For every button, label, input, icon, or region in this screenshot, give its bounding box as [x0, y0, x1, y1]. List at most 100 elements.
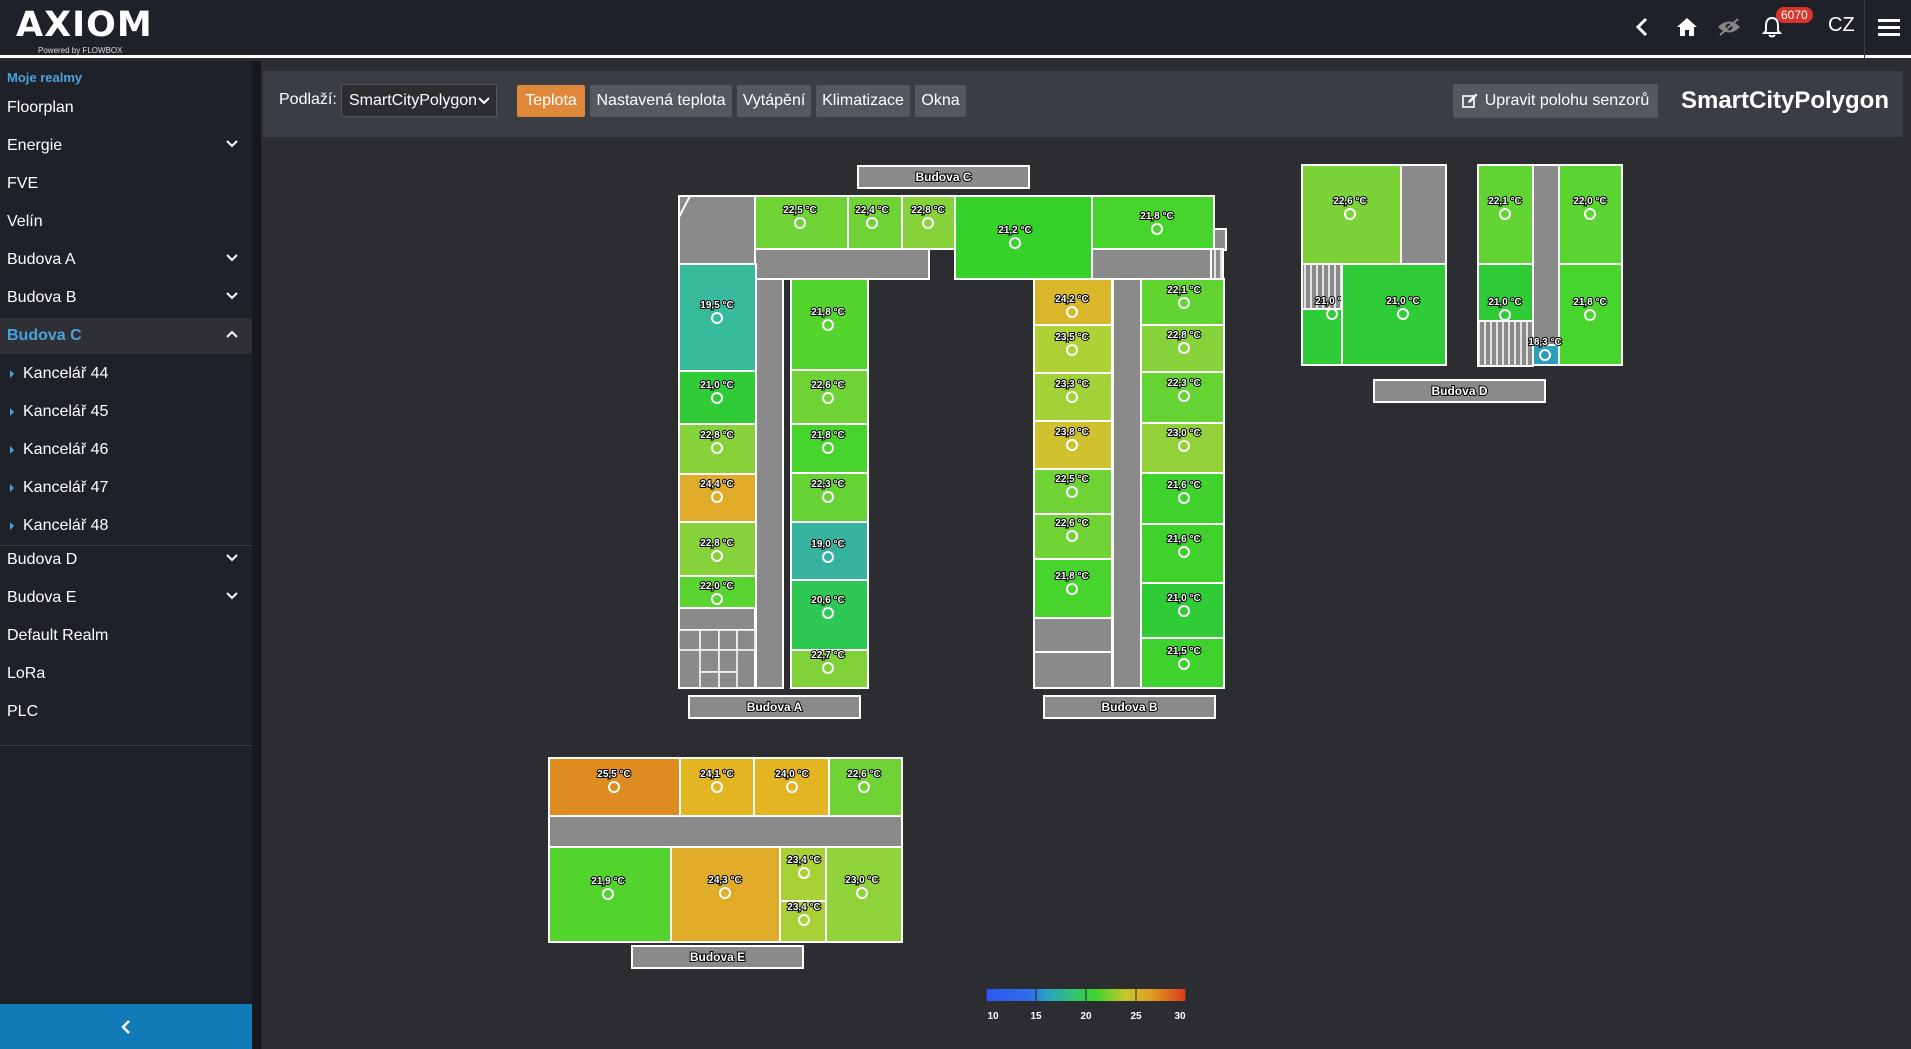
tab-klimatizace[interactable]: Klimatizace	[816, 85, 910, 117]
room-sensor[interactable]: 20,6 °C	[790, 579, 869, 651]
room[interactable]	[670, 846, 781, 943]
room[interactable]	[1140, 582, 1225, 639]
room-sensor[interactable]: 23,0 °C	[825, 846, 903, 943]
axiom-logo[interactable]: AXIOM Powered by FLOWBOX	[16, 6, 161, 55]
room-sensor[interactable]: 21,8 °C	[1033, 558, 1113, 619]
home-icon[interactable]	[1674, 12, 1700, 42]
building-label-budova-c[interactable]: Budova C	[857, 165, 1030, 189]
sidebar-item-plc[interactable]: PLC	[0, 694, 252, 730]
room[interactable]	[1558, 263, 1623, 366]
room-sensor[interactable]: 22,8 °C	[1140, 324, 1225, 373]
room-sensor[interactable]: 22,1 °C	[1140, 278, 1225, 326]
room-sensor[interactable]: 24,4 °C	[678, 473, 757, 523]
building-label-budova-e[interactable]: Budova E	[631, 945, 804, 969]
room-sensor[interactable]: 22,6 °C	[1033, 513, 1113, 560]
room[interactable]	[828, 757, 903, 817]
tab-okna[interactable]: Okna	[915, 85, 966, 117]
room[interactable]	[901, 195, 956, 250]
sidebar-subitem-kancelar-45[interactable]: Kancelář 45	[0, 394, 252, 430]
room-sensor[interactable]: 22,6 °C	[790, 369, 869, 425]
sidebar-subitem-kancelar-48[interactable]: Kancelář 48	[0, 508, 252, 544]
room-sensor[interactable]: 21,5 °C	[1140, 637, 1225, 689]
room-sensor[interactable]: 22,0 °C	[1558, 164, 1623, 265]
sidebar-item-energie[interactable]: Energie	[0, 128, 252, 164]
collapse-sidebar-button[interactable]	[0, 1004, 252, 1049]
room-sensor[interactable]: 21,8 °C	[790, 278, 869, 371]
room-sensor[interactable]: 19,0 °C	[790, 521, 869, 581]
sidebar-item-floorplan[interactable]: Floorplan	[0, 90, 252, 126]
room-sensor[interactable]: 22,8 °C	[901, 195, 956, 250]
room-sensor[interactable]: 22,8 °C	[678, 521, 757, 577]
room-sensor[interactable]: 22,5 °C	[754, 195, 849, 250]
room[interactable]	[1477, 263, 1534, 322]
room[interactable]	[1558, 164, 1623, 265]
eye-slash-icon[interactable]	[1716, 12, 1742, 42]
room[interactable]	[548, 846, 672, 943]
room-sensor[interactable]: 22,8 °C	[678, 423, 757, 475]
room-sensor[interactable]: 23,4 °C	[779, 846, 827, 902]
room[interactable]	[790, 369, 869, 425]
room-sensor[interactable]: 21,6 °C	[1140, 523, 1225, 584]
floor-select[interactable]: SmartCityPolygon	[341, 84, 497, 117]
room[interactable]	[825, 846, 903, 943]
tab-teplota[interactable]: Teplota	[517, 85, 585, 117]
room-sensor[interactable]: 22,5 °C	[1033, 468, 1113, 515]
room-sensor[interactable]: 22,4 °C	[847, 195, 903, 250]
room-sensor[interactable]: 21,8 °C	[1091, 195, 1215, 250]
sidebar-subitem-kancelar-44[interactable]: Kancelář 44	[0, 356, 252, 392]
room-sensor[interactable]: 21,0 °C	[1341, 263, 1447, 366]
room[interactable]	[954, 195, 1093, 280]
room-sensor[interactable]: 24,1 °C	[679, 757, 755, 817]
room-sensor[interactable]: 22,6 °C	[1301, 164, 1402, 265]
sidebar-item-fve[interactable]: FVE	[0, 166, 252, 202]
room[interactable]	[1532, 344, 1560, 366]
back-icon[interactable]	[1632, 12, 1652, 42]
room[interactable]	[548, 757, 681, 817]
room[interactable]	[678, 370, 757, 425]
building-label-budova-b[interactable]: Budova B	[1043, 695, 1216, 719]
room-sensor[interactable]: 24,3 °C	[670, 846, 781, 943]
building-label-budova-d[interactable]: Budova D	[1373, 379, 1546, 403]
room-sensor[interactable]: 18,3 °C	[1527, 336, 1563, 366]
room-sensor[interactable]: 25,5 °C	[548, 757, 681, 817]
room-sensor[interactable]: 23,8 °C	[1033, 420, 1113, 470]
room-sensor[interactable]: 22,6 °C	[828, 757, 903, 817]
sidebar-item-budova-b[interactable]: Budova B	[0, 280, 252, 316]
room-sensor[interactable]: 21,9 °C	[548, 846, 672, 943]
room[interactable]	[1341, 263, 1447, 366]
room-sensor[interactable]: 21,0 °C	[678, 370, 757, 425]
room-sensor[interactable]: 21,0 °C	[1140, 582, 1225, 639]
room-sensor[interactable]: 22,3 °C	[790, 472, 869, 523]
room-sensor[interactable]: 21,8 °C	[790, 423, 869, 474]
room-sensor[interactable]: 22,7 °C	[790, 649, 869, 689]
room-sensor[interactable]: 23,5 °C	[1033, 324, 1113, 374]
room[interactable]	[1301, 164, 1402, 265]
room[interactable]	[678, 521, 757, 577]
building-label-budova-a[interactable]: Budova A	[688, 695, 861, 719]
sidebar-subitem-kancelar-46[interactable]: Kancelář 46	[0, 432, 252, 468]
room-sensor[interactable]: 21,0 °C	[1477, 263, 1534, 322]
room-sensor[interactable]: 22,0 °C	[678, 575, 757, 609]
room-sensor[interactable]: 21,8 °C	[1558, 263, 1623, 366]
room-sensor[interactable]: 23,4 °C	[779, 900, 827, 943]
tab-nastavena-teplota[interactable]: Nastavená teplota	[590, 85, 732, 117]
room-sensor[interactable]: 24,0 °C	[753, 757, 830, 817]
room-sensor[interactable]: 21,2 °C	[954, 195, 1093, 280]
room[interactable]	[753, 757, 830, 817]
sidebar-item-velin[interactable]: Velín	[0, 204, 252, 240]
room-sensor[interactable]: 19,5 °C	[678, 263, 757, 372]
room[interactable]	[790, 278, 869, 371]
room-sensor[interactable]: 24,2 °C	[1033, 278, 1113, 326]
room[interactable]	[678, 263, 757, 372]
room[interactable]	[1033, 558, 1113, 619]
tab-vytapeni[interactable]: Vytápění	[737, 85, 811, 117]
room-sensor[interactable]: 22,3 °C	[1140, 371, 1225, 424]
edit-sensor-position-button[interactable]: Upravit polohu senzorů	[1453, 84, 1658, 118]
sidebar-item-budova-a[interactable]: Budova A	[0, 242, 252, 278]
room-sensor[interactable]: 22,1 °C	[1477, 164, 1534, 265]
sidebar-item-budova-d[interactable]: Budova D	[0, 542, 252, 578]
sidebar-item-budova-e[interactable]: Budova E	[0, 580, 252, 616]
hamburger-menu-icon[interactable]	[1876, 12, 1902, 42]
room-sensor[interactable]: 23,0 °C	[1140, 422, 1225, 474]
sidebar-item-lora[interactable]: LoRa	[0, 656, 252, 692]
